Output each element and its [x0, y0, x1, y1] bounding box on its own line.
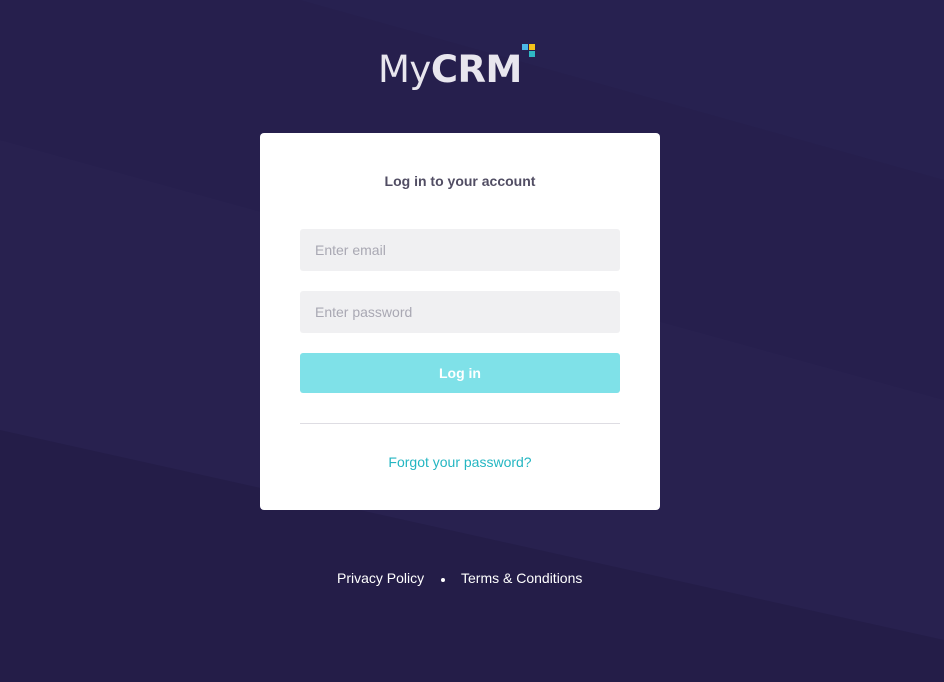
- footer: Privacy Policy Terms & Conditions: [0, 570, 944, 590]
- logo-square-blue: [522, 44, 528, 50]
- login-card: Log in to your account Log in Forgot you…: [260, 133, 660, 510]
- forgot-password-link[interactable]: Forgot your password?: [260, 454, 660, 470]
- logo-square-teal: [529, 51, 535, 57]
- logo-text-my: My: [378, 48, 431, 91]
- terms-conditions-link[interactable]: Terms & Conditions: [461, 570, 582, 586]
- logo-wordmark: MyCRM: [378, 48, 522, 92]
- login-button[interactable]: Log in: [300, 353, 620, 393]
- logo-square-yellow: [529, 44, 535, 50]
- login-title: Log in to your account: [384, 173, 536, 189]
- logo-text-crm: CRM: [430, 48, 522, 91]
- privacy-policy-link[interactable]: Privacy Policy: [337, 570, 424, 586]
- footer-separator-dot: [441, 578, 445, 582]
- email-field[interactable]: [300, 229, 620, 271]
- divider: [300, 423, 620, 424]
- mycrm-logo: MyCRM: [378, 44, 535, 92]
- logo-squares-icon: [522, 44, 540, 62]
- password-field[interactable]: [300, 291, 620, 333]
